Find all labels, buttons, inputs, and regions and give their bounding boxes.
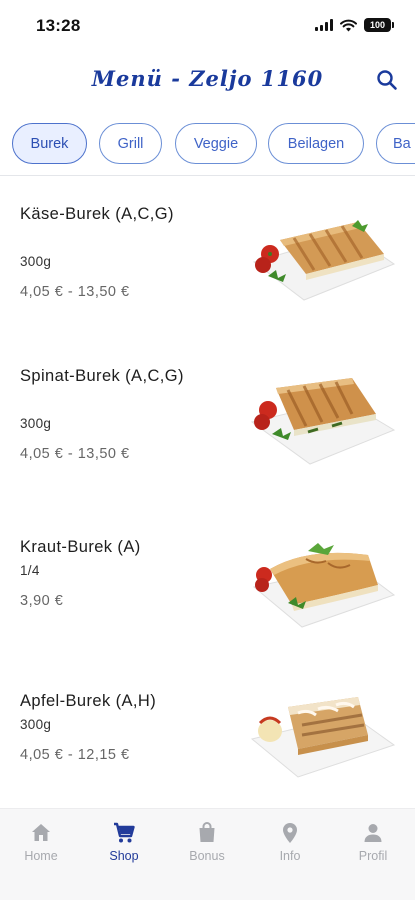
item-name: Spinat-Burek (A,C,G): [20, 367, 184, 385]
item-name: Kraut-Burek (A): [20, 538, 141, 556]
cellular-signal-icon: [315, 19, 333, 31]
item-name: Käse-Burek (A,C,G): [20, 205, 174, 223]
battery-icon: 100: [364, 18, 394, 32]
apfel-burek-image: [250, 697, 396, 778]
item-size: 300g: [20, 717, 52, 732]
status-time: 13:28: [36, 16, 81, 35]
nav-info[interactable]: Info: [260, 821, 320, 873]
tab-veggie[interactable]: Veggie: [175, 123, 257, 164]
search-button[interactable]: [373, 66, 401, 94]
menu-item-kraut-burek[interactable]: Kraut-Burek (A) 1/4 3,90 €: [0, 523, 415, 673]
item-price: 4,05 € - 13,50 €: [20, 446, 130, 462]
nav-label: Info: [279, 849, 301, 863]
nav-label: Bonus: [189, 849, 225, 863]
item-size: 300g: [20, 416, 52, 431]
status-icons: 100: [315, 18, 394, 32]
tab-beilagen[interactable]: Beilagen: [268, 123, 364, 164]
nav-shop[interactable]: Shop: [94, 821, 154, 873]
item-price: 3,90 €: [20, 593, 64, 609]
wifi-icon: [340, 19, 357, 31]
nav-label: Shop: [109, 849, 139, 863]
nav-profil[interactable]: Profil: [343, 821, 403, 873]
person-icon: [364, 824, 382, 842]
location-pin-icon: [283, 823, 297, 843]
spinat-burek-image: [250, 378, 396, 465]
tabs-divider: [0, 175, 415, 176]
app-header: Menü - Zeljo 1160: [0, 52, 415, 108]
kaese-burek-image: [252, 220, 396, 301]
item-price: 4,05 € - 12,15 €: [20, 747, 130, 763]
menu-item-kaese-burek[interactable]: Käse-Burek (A,C,G) 300g 4,05 € - 13,50 €: [0, 190, 415, 340]
search-icon: [377, 70, 397, 90]
cart-icon: [114, 822, 135, 843]
nav-home[interactable]: Home: [11, 821, 71, 873]
bag-icon: [199, 822, 215, 842]
nav-label: Home: [24, 849, 58, 863]
item-size: 1/4: [20, 563, 40, 578]
category-tabs: Burek Grill Veggie Beilagen Ba: [0, 120, 415, 168]
kraut-burek-image: [252, 543, 396, 628]
home-icon: [32, 824, 50, 841]
menu-item-spinat-burek[interactable]: Spinat-Burek (A,C,G) 300g 4,05 € - 13,50…: [0, 352, 415, 502]
page-title: Menü - Zeljo 1160: [91, 66, 324, 91]
item-name: Apfel-Burek (A,H): [20, 692, 157, 710]
bottom-navigation: Home Shop Bonus Info Profil: [0, 808, 415, 900]
tab-burek[interactable]: Burek: [12, 123, 87, 164]
nav-bonus[interactable]: Bonus: [177, 821, 237, 873]
nav-label: Profil: [358, 849, 388, 863]
item-price: 4,05 € - 13,50 €: [20, 284, 130, 300]
menu-item-apfel-burek[interactable]: Apfel-Burek (A,H) 300g 4,05 € - 12,15 €: [0, 677, 415, 827]
tab-ba[interactable]: Ba: [376, 123, 415, 164]
tab-grill[interactable]: Grill: [99, 123, 162, 164]
item-size: 300g: [20, 254, 52, 269]
status-bar: 13:28 100: [0, 0, 415, 52]
